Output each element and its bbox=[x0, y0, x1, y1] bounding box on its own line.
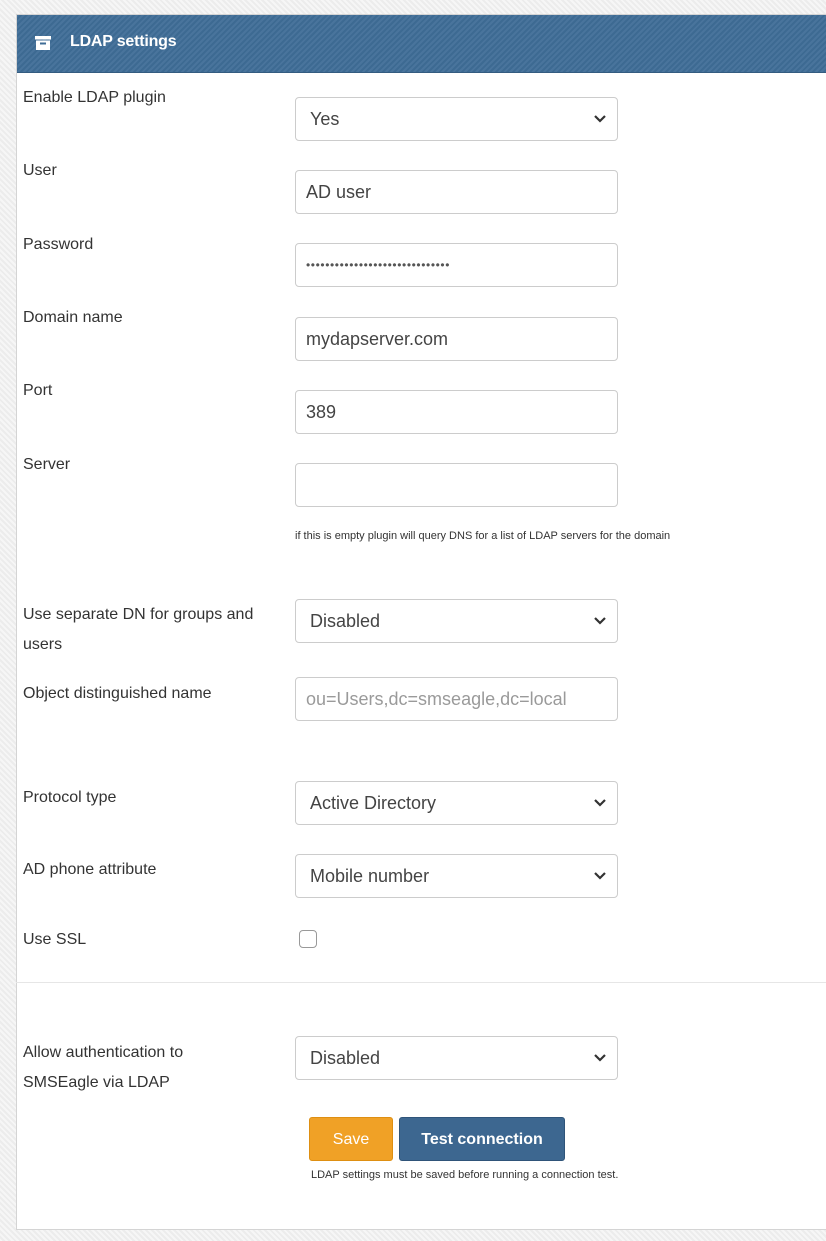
separate-dn-label-line2: users bbox=[23, 636, 63, 653]
allow-auth-label-line1: Allow authentication to bbox=[23, 1044, 184, 1061]
ad-phone-attribute-value: Mobile number bbox=[310, 866, 430, 886]
user-input[interactable]: AD user bbox=[295, 170, 618, 214]
allow-auth-select[interactable]: Disabled bbox=[295, 1036, 618, 1080]
port-input[interactable]: 389 bbox=[295, 390, 618, 434]
save-button[interactable]: Save bbox=[309, 1117, 393, 1161]
chevron-down-icon bbox=[594, 1054, 606, 1062]
panel-header: LDAP settings bbox=[17, 15, 826, 73]
domain-name-input[interactable]: mydapserver.com bbox=[295, 317, 618, 361]
ad-phone-attribute-label: AD phone attribute bbox=[23, 861, 157, 878]
server-input[interactable] bbox=[295, 463, 618, 507]
chevron-down-icon bbox=[594, 617, 606, 625]
protocol-type-label: Protocol type bbox=[23, 789, 117, 806]
chevron-down-icon bbox=[594, 799, 606, 807]
archive-icon bbox=[35, 36, 51, 50]
chevron-down-icon bbox=[594, 872, 606, 880]
object-dn-label: Object distinguished name bbox=[23, 685, 212, 702]
panel-title: LDAP settings bbox=[70, 33, 177, 50]
use-ssl-checkbox[interactable] bbox=[299, 930, 317, 948]
protocol-type-value: Active Directory bbox=[310, 793, 437, 813]
enable-ldap-value: Yes bbox=[310, 109, 340, 129]
divider bbox=[16, 982, 826, 983]
enable-ldap-select[interactable]: Yes bbox=[295, 97, 618, 141]
save-before-test-note: LDAP settings must be saved before runni… bbox=[311, 1169, 619, 1181]
separate-dn-label-line1: Use separate DN for groups and bbox=[23, 606, 254, 623]
domain-name-label: Domain name bbox=[23, 309, 123, 326]
user-label: User bbox=[23, 162, 57, 179]
allow-auth-value: Disabled bbox=[310, 1048, 381, 1068]
use-ssl-label: Use SSL bbox=[23, 931, 87, 948]
server-help-text: if this is empty plugin will query DNS f… bbox=[295, 530, 671, 542]
allow-auth-label-line2: SMSEagle via LDAP bbox=[23, 1074, 170, 1091]
password-input[interactable]: •••••••••••••••••••••••••••••• bbox=[295, 243, 618, 287]
server-label: Server bbox=[23, 456, 71, 473]
object-dn-input[interactable]: ou=Users,dc=smseagle,dc=local bbox=[295, 677, 618, 721]
enable-ldap-label: Enable LDAP plugin bbox=[23, 89, 166, 106]
ad-phone-attribute-select[interactable]: Mobile number bbox=[295, 854, 618, 898]
test-connection-button[interactable]: Test connection bbox=[399, 1117, 565, 1161]
port-label: Port bbox=[23, 382, 53, 399]
chevron-down-icon bbox=[594, 115, 606, 123]
protocol-type-select[interactable]: Active Directory bbox=[295, 781, 618, 825]
separate-dn-value: Disabled bbox=[310, 611, 381, 631]
separate-dn-select[interactable]: Disabled bbox=[295, 599, 618, 643]
password-label: Password bbox=[23, 236, 94, 253]
